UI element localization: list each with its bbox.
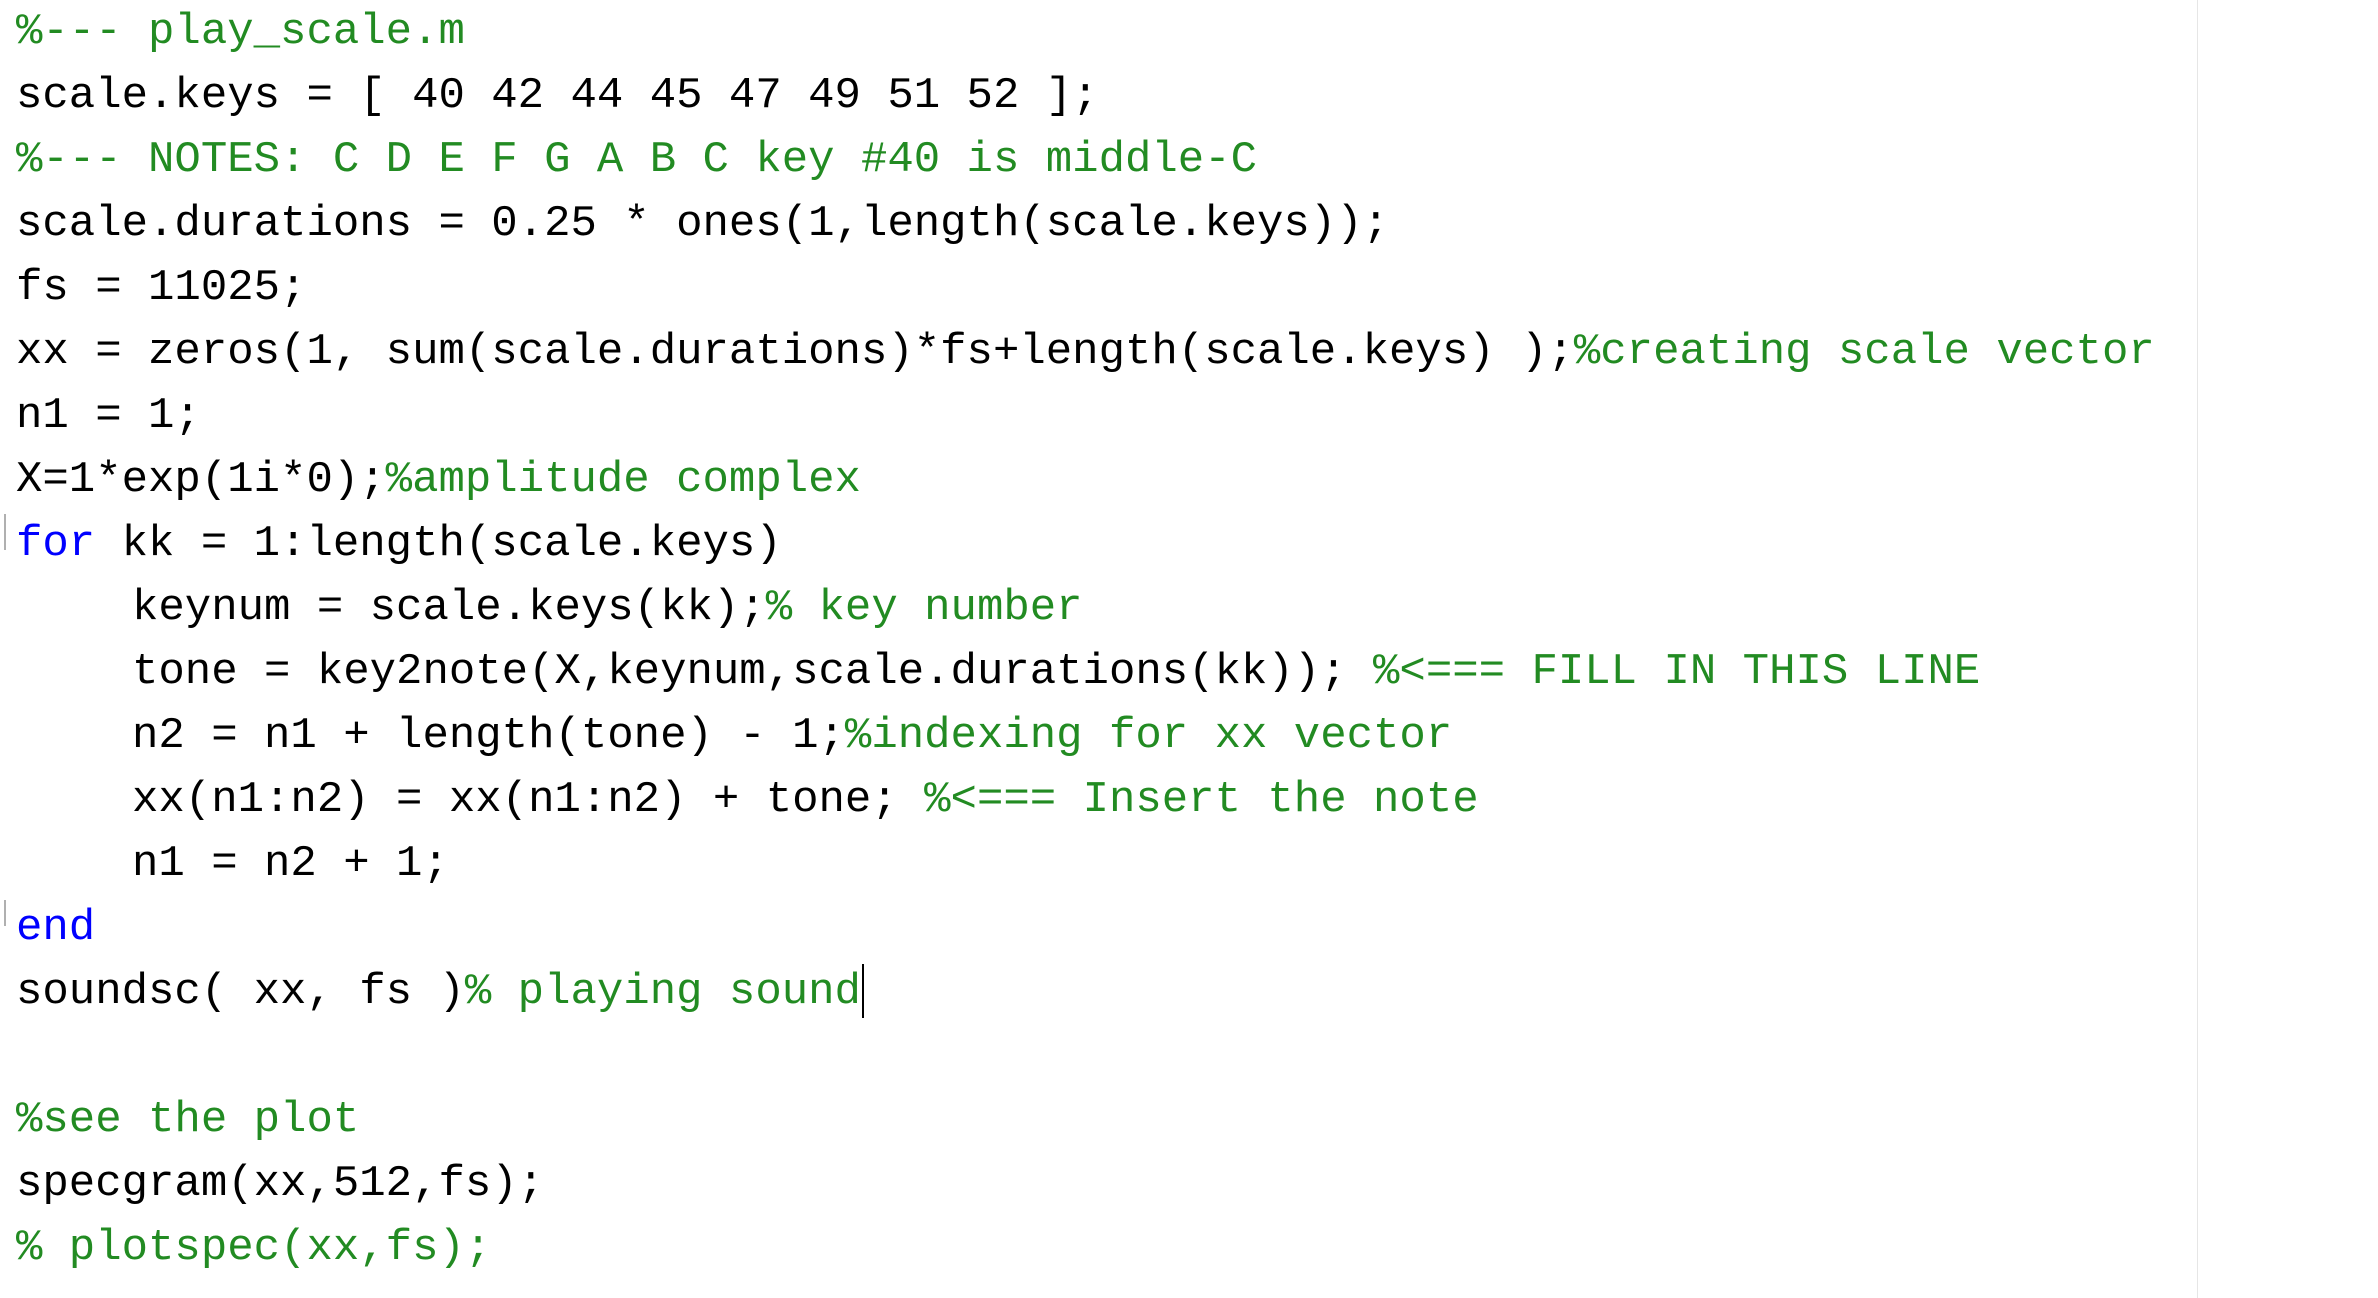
code-line[interactable]: soundsc( xx, fs )% playing sound	[16, 960, 2378, 1024]
comment-token: %indexing for xx vector	[844, 711, 1453, 761]
keyword-token: for	[16, 519, 96, 569]
comment-token: %--- play_scale.m	[16, 7, 465, 57]
keyword-token: end	[16, 903, 96, 953]
code-token: scale.keys = [ 40 42 44 45 47 49 51 52 ]…	[16, 71, 1099, 121]
code-line[interactable]: fs = 11025;	[16, 256, 2378, 320]
comment-token: % key number	[765, 583, 1083, 633]
code-token: n1 = 1;	[16, 391, 201, 441]
comment-token: % playing sound	[464, 967, 861, 1017]
comment-token: % plotspec(xx,fs);	[16, 1223, 492, 1273]
code-token: keynum = scale.keys(kk);	[132, 583, 766, 633]
code-token: scale.durations = 0.25 * ones(1,length(s…	[16, 199, 1390, 249]
code-line[interactable]: n2 = n1 + length(tone) - 1;%indexing for…	[16, 704, 2378, 768]
code-token: xx = zeros(1, sum(scale.durations)*fs+le…	[16, 327, 1574, 377]
code-line[interactable]: scale.durations = 0.25 * ones(1,length(s…	[16, 192, 2378, 256]
code-line[interactable]: %--- play_scale.m	[16, 0, 2378, 64]
comment-token: %--- NOTES: C D E F G A B C key #40 is m…	[16, 135, 1258, 185]
comment-token: %see the plot	[16, 1095, 360, 1145]
code-token: n2 = n1 + length(tone) - 1;	[132, 711, 845, 761]
code-line[interactable]: xx = zeros(1, sum(scale.durations)*fs+le…	[16, 320, 2378, 384]
code-token: kk = 1:length(scale.keys)	[95, 519, 782, 569]
fold-end-marker	[4, 900, 14, 926]
comment-token: %creating scale vector	[1573, 327, 2155, 377]
fold-start-marker[interactable]	[4, 514, 14, 550]
code-line[interactable]	[16, 1024, 2378, 1088]
code-token: tone = key2note(X,keynum,scale.durations…	[132, 647, 1374, 697]
code-token: n1 = n2 + 1;	[132, 839, 449, 889]
code-token: fs = 11025;	[16, 263, 307, 313]
code-line[interactable]: scale.keys = [ 40 42 44 45 47 49 51 52 ]…	[16, 64, 2378, 128]
code-line[interactable]: keynum = scale.keys(kk);% key number	[16, 576, 2378, 640]
code-line[interactable]: specgram(xx,512,fs);	[16, 1152, 2378, 1216]
code-editor[interactable]: %--- play_scale.m scale.keys = [ 40 42 44…	[0, 0, 2378, 1298]
code-line[interactable]: %--- NOTES: C D E F G A B C key #40 is m…	[16, 128, 2378, 192]
comment-token: %amplitude complex	[385, 455, 861, 505]
code-line[interactable]: %see the plot	[16, 1088, 2378, 1152]
code-line[interactable]: tone = key2note(X,keynum,scale.durations…	[16, 640, 2378, 704]
code-line[interactable]: xx(n1:n2) = xx(n1:n2) + tone; %<=== Inse…	[16, 768, 2378, 832]
code-token: soundsc( xx, fs )	[16, 967, 465, 1017]
code-line[interactable]: end	[16, 896, 2378, 960]
code-line[interactable]: n1 = 1;	[16, 384, 2378, 448]
code-line[interactable]: n1 = n2 + 1;	[16, 832, 2378, 896]
code-token: specgram(xx,512,fs);	[16, 1159, 545, 1209]
code-token: xx(n1:n2) = xx(n1:n2) + tone;	[132, 775, 925, 825]
code-area[interactable]: %--- play_scale.m scale.keys = [ 40 42 44…	[16, 0, 2378, 1280]
code-line[interactable]: for kk = 1:length(scale.keys)	[16, 512, 2378, 576]
code-line[interactable]: % plotspec(xx,fs);	[16, 1216, 2378, 1280]
text-caret	[861, 964, 864, 1019]
code-token: X=1*exp(1i*0);	[16, 455, 386, 505]
comment-token: %<=== FILL IN THIS LINE	[1373, 647, 1981, 697]
comment-token: %<=== Insert the note	[924, 775, 1479, 825]
code-line[interactable]: X=1*exp(1i*0);%amplitude complex	[16, 448, 2378, 512]
